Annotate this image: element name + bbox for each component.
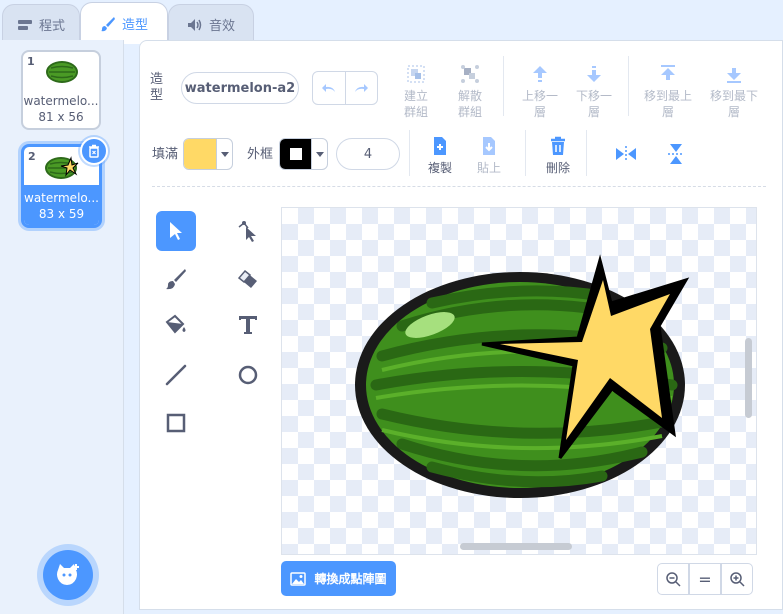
rectangle-tool[interactable]: [156, 403, 196, 443]
chevron-down-icon: [220, 151, 229, 157]
image-icon: [290, 571, 307, 586]
watermelon-sparkle-drawing: [355, 254, 690, 498]
zoom-out-button[interactable]: [657, 563, 689, 595]
speaker-icon: [187, 18, 202, 31]
front-button[interactable]: 移到最上層: [638, 62, 698, 120]
zoom-in-button[interactable]: [721, 563, 753, 595]
outline-label: 外框: [247, 147, 274, 162]
zoom-reset-button[interactable]: =: [689, 563, 721, 595]
drawing-canvas[interactable]: [281, 207, 757, 555]
fill-bucket-icon: [165, 314, 186, 334]
eraser-icon: [237, 269, 257, 288]
zoom-in-icon: [730, 572, 745, 587]
cat-add-icon: [57, 564, 79, 585]
text-tool[interactable]: [228, 305, 268, 345]
costume-name: watermelo...: [23, 94, 99, 108]
costume-number: 1: [27, 55, 35, 68]
horizontal-scrollbar[interactable]: [460, 543, 572, 550]
group-icon: [407, 65, 425, 83]
forward-button[interactable]: 上移一層: [510, 62, 570, 120]
group-button[interactable]: 建立群組: [386, 62, 446, 120]
flip-horizontal-button[interactable]: [612, 142, 640, 166]
ungroup-icon: [461, 65, 479, 83]
line-icon: [165, 364, 187, 386]
fill-color-swatch: [184, 139, 216, 169]
vertical-scrollbar[interactable]: [745, 338, 752, 418]
tab-costumes-label: 造型: [121, 18, 148, 33]
brush-icon: [166, 269, 186, 290]
eraser-tool[interactable]: [228, 259, 268, 299]
fill-tool[interactable]: [156, 305, 196, 345]
text-icon: [239, 316, 257, 334]
costume-size: 81 x 56: [38, 110, 84, 124]
brush-icon: [100, 16, 115, 31]
paste-button[interactable]: 貼上: [459, 134, 519, 176]
costume-name-input[interactable]: watermelon-a2: [181, 72, 299, 104]
flip-vertical-icon: [668, 144, 684, 164]
paste-icon: [483, 137, 495, 155]
reshape-tool[interactable]: [228, 211, 268, 251]
costume-number: 2: [28, 150, 36, 163]
delete-costume-button[interactable]: [80, 137, 108, 165]
toolbar-divider: [525, 130, 526, 176]
outline-color-picker[interactable]: [279, 138, 328, 170]
costume-item-1[interactable]: 1 watermelo... 81 x 56: [21, 50, 101, 130]
copy-icon: [434, 137, 446, 155]
costume-name: watermelo...: [24, 191, 99, 205]
trash-icon: [89, 144, 99, 158]
tab-code[interactable]: 程式: [2, 4, 80, 44]
costume-name-label: 造型: [150, 72, 164, 103]
zoom-out-icon: [666, 572, 681, 587]
undo-icon: [321, 84, 335, 92]
outline-width-input[interactable]: 4: [336, 138, 400, 170]
arrow-down-icon: [587, 66, 601, 82]
flip-horizontal-icon: [616, 146, 636, 162]
arrow-cursor-icon: [170, 222, 182, 240]
arrow-up-icon: [533, 66, 547, 82]
tab-code-label: 程式: [38, 19, 65, 34]
undo-button[interactable]: [313, 72, 346, 104]
reshape-icon: [238, 221, 256, 242]
fill-label: 填滿: [152, 147, 179, 162]
watermelon-sparkle-thumbnail: [45, 156, 79, 179]
redo-icon: [355, 84, 369, 92]
rectangle-icon: [166, 413, 186, 433]
convert-to-bitmap-button[interactable]: 轉換成點陣圖: [281, 561, 396, 596]
tab-sounds[interactable]: 音效: [168, 4, 254, 44]
code-icon: [17, 19, 32, 30]
toolbar-divider: [586, 130, 587, 176]
to-back-icon: [727, 68, 741, 83]
undo-redo-group: [312, 71, 378, 105]
toolbar-divider: [628, 56, 629, 116]
select-tool[interactable]: [156, 211, 196, 251]
chevron-down-icon: [315, 151, 324, 157]
fill-color-picker[interactable]: [183, 138, 233, 170]
brush-tool[interactable]: [156, 259, 196, 299]
backward-button[interactable]: 下移一層: [564, 62, 624, 120]
redo-button[interactable]: [346, 72, 378, 104]
tab-sounds-label: 音效: [208, 19, 235, 34]
circle-tool[interactable]: [228, 355, 268, 395]
trash-icon: [551, 136, 565, 155]
outline-color-swatch: [280, 139, 312, 169]
line-tool[interactable]: [156, 355, 196, 395]
toolbar-divider: [503, 56, 504, 116]
back-button[interactable]: 移到最下層: [704, 62, 764, 120]
delete-button[interactable]: 刪除: [528, 134, 588, 176]
tab-costumes[interactable]: 造型: [80, 2, 168, 44]
circle-icon: [238, 365, 258, 385]
to-front-icon: [661, 65, 675, 80]
watermelon-thumbnail: [46, 61, 78, 83]
toolbar-divider-line: [152, 186, 766, 187]
choose-costume-button[interactable]: [43, 550, 93, 600]
ungroup-button[interactable]: 解散群組: [440, 62, 500, 120]
flip-vertical-button[interactable]: [662, 140, 690, 168]
costume-size: 83 x 59: [38, 207, 85, 221]
